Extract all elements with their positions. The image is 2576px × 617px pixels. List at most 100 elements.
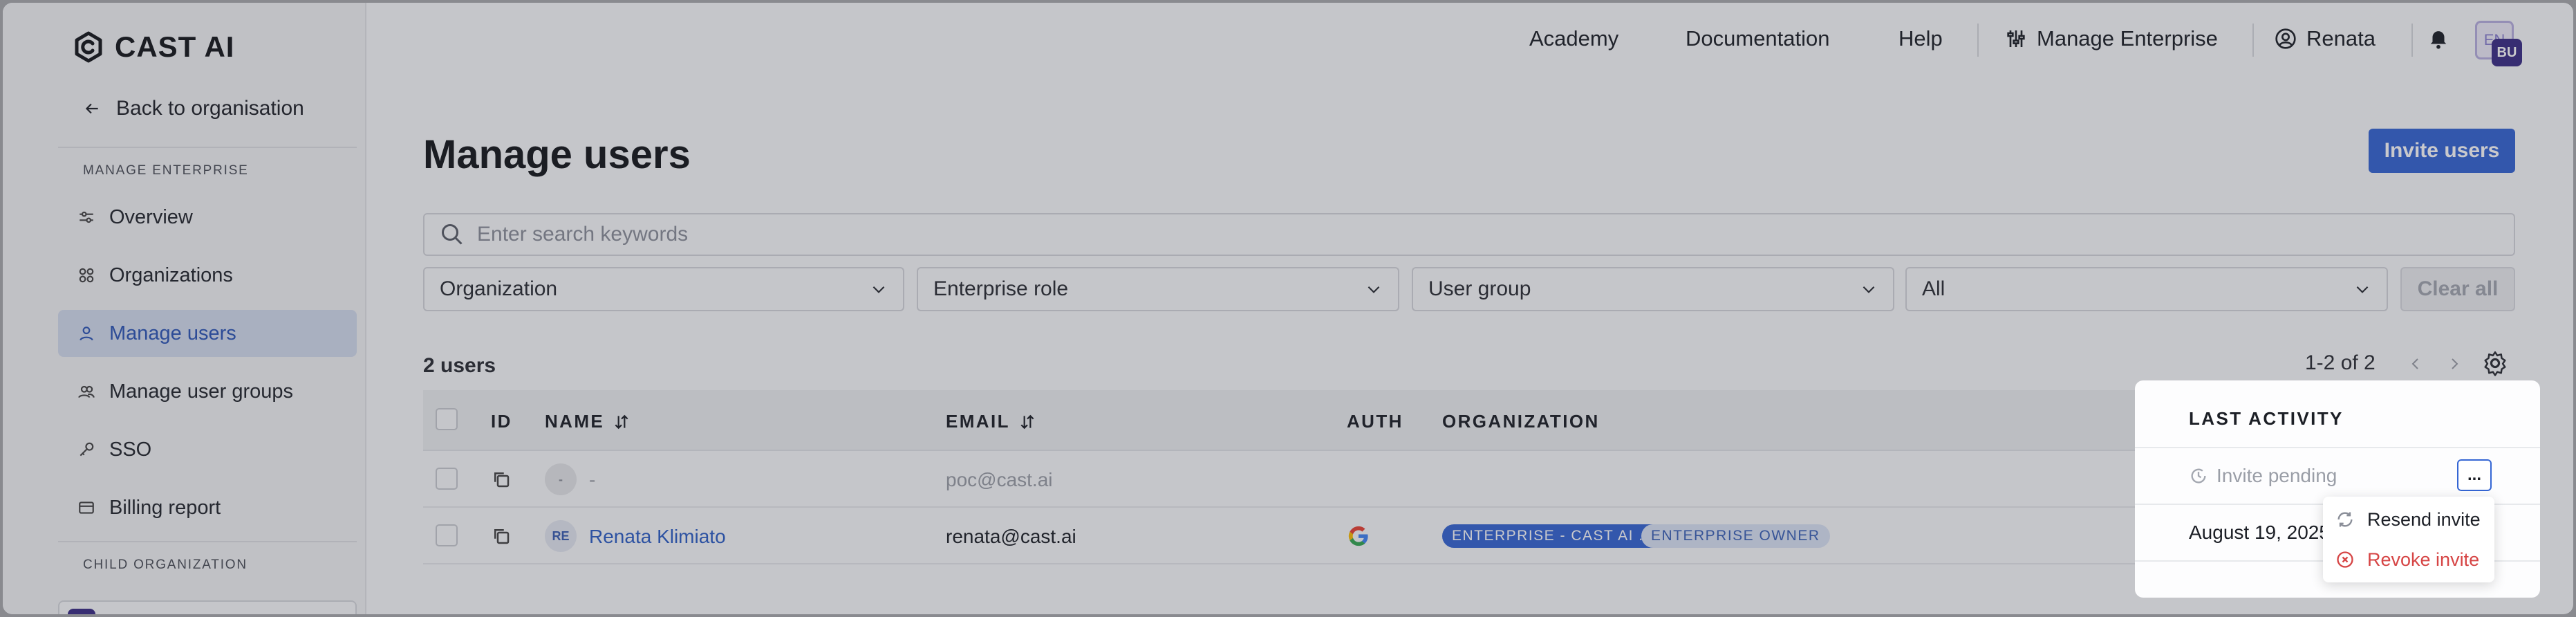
topbar-divider — [2252, 24, 2254, 57]
status-filter-value: All — [1922, 277, 1945, 300]
grid-icon — [79, 268, 94, 283]
sidebar-item-manage-user-groups[interactable]: Manage user groups — [58, 368, 357, 415]
organization-filter[interactable]: Organization — [423, 267, 904, 311]
settings-sliders-icon — [2007, 30, 2025, 47]
pending-icon — [2191, 468, 2206, 484]
sidebar-section-manage-enterprise: MANAGE ENTERPRISE — [83, 163, 249, 178]
row-actions-button[interactable]: ... — [2457, 459, 2492, 491]
last-activity-header: LAST ACTIVITY — [2135, 387, 2540, 448]
chevron-right-icon — [2452, 358, 2458, 369]
child-organization-selector[interactable] — [58, 600, 357, 614]
google-icon — [1348, 526, 1368, 546]
users-icon — [78, 385, 95, 398]
column-header-id: ID — [491, 411, 512, 432]
sidebar-item-organizations[interactable]: Organizations — [58, 252, 357, 299]
sidebar-item-sso[interactable]: SSO — [58, 426, 357, 473]
sidebar-divider — [58, 147, 357, 148]
help-link[interactable]: Help — [1898, 26, 1943, 51]
sidebar-section-child-organization: CHILD ORGANIZATION — [83, 558, 248, 572]
column-header-email-label: EMAIL — [946, 411, 1010, 432]
sidebar-item-label: Manage users — [109, 322, 236, 344]
topbar-divider — [1977, 24, 1979, 57]
user-circle-icon — [2275, 28, 2296, 49]
close-circle-icon — [2337, 551, 2353, 568]
last-activity-spotlight: LAST ACTIVITY Invite pending August 19, … — [2135, 380, 2540, 598]
select-all-checkbox[interactable] — [436, 408, 458, 430]
sidebar-item-label: Billing report — [109, 496, 221, 519]
user-group-filter-value: User group — [1428, 277, 1531, 300]
column-header-auth: AUTH — [1347, 411, 1403, 432]
manage-enterprise-label: Manage Enterprise — [2037, 26, 2218, 50]
invite-users-button[interactable]: Invite users — [2369, 129, 2515, 173]
sort-icon — [615, 414, 628, 429]
row-actions-menu: Resend invite Revoke invite — [2323, 497, 2494, 582]
chevron-down-icon — [1863, 286, 1875, 293]
brand-logo[interactable]: CAST AI — [72, 30, 234, 64]
column-header-name-label: NAME — [545, 411, 605, 432]
column-header-name[interactable]: NAME — [545, 411, 631, 432]
sliders-icon — [80, 211, 93, 223]
revoke-invite-menu-item[interactable]: Revoke invite — [2323, 540, 2494, 580]
user-name: Renata — [2306, 26, 2376, 50]
sidebar-item-manage-users[interactable]: Manage users — [58, 310, 357, 357]
resend-invite-menu-item[interactable]: Resend invite — [2323, 499, 2494, 540]
page-title: Manage users — [423, 132, 691, 177]
next-page-button[interactable] — [2442, 351, 2467, 376]
bell-icon[interactable] — [2427, 26, 2450, 50]
user-group-filter[interactable]: User group — [1412, 267, 1894, 311]
cast-ai-logo-icon — [75, 31, 102, 63]
organization-filter-value: Organization — [440, 277, 558, 300]
column-header-email[interactable]: EMAIL — [946, 411, 1036, 432]
column-header-last-activity: LAST ACTIVITY — [2189, 408, 2344, 429]
search-field[interactable] — [423, 213, 2515, 256]
sidebar-item-billing-report[interactable]: Billing report — [58, 484, 357, 531]
status-filter[interactable]: All — [1905, 267, 2388, 311]
refresh-icon — [2337, 512, 2353, 527]
row-checkbox[interactable] — [436, 468, 458, 490]
role-tag: ENTERPRISE OWNER — [1641, 524, 1830, 548]
user-icon — [80, 326, 93, 341]
organization-tag: ENTERPRISE - CAST AI ... — [1442, 524, 1664, 548]
user-name: - — [589, 469, 596, 490]
back-to-organisation-link[interactable]: Back to organisation — [83, 97, 304, 120]
copy-icon[interactable] — [491, 526, 512, 546]
manage-enterprise-link[interactable]: Manage Enterprise — [2005, 26, 2218, 51]
sidebar-item-label: Manage user groups — [109, 380, 293, 403]
copy-icon[interactable] — [491, 469, 512, 490]
sidebar: CAST AI Back to organisation MANAGE ENTE… — [3, 3, 366, 614]
column-header-organization: ORGANIZATION — [1442, 411, 1600, 432]
brand-name: CAST AI — [115, 30, 235, 63]
revoke-invite-label: Revoke invite — [2367, 549, 2480, 570]
back-link-label: Back to organisation — [116, 97, 304, 120]
user-email: renata@cast.ai — [946, 526, 1076, 547]
enterprise-role-filter[interactable]: Enterprise role — [917, 267, 1399, 311]
invite-status: Invite pending — [2216, 465, 2337, 486]
sidebar-divider — [58, 541, 357, 542]
business-unit-avatar[interactable]: BU — [2492, 39, 2522, 66]
card-icon — [79, 501, 94, 514]
sidebar-item-label: Organizations — [109, 264, 233, 286]
sort-icon — [1020, 414, 1034, 429]
prev-page-button[interactable] — [2403, 351, 2428, 376]
topbar-divider — [2411, 24, 2413, 57]
chevron-down-icon — [872, 286, 885, 293]
avatar: RE — [545, 520, 577, 552]
chevron-down-icon — [1368, 286, 1380, 293]
sidebar-item-label: SSO — [109, 438, 152, 461]
enterprise-role-filter-value: Enterprise role — [933, 277, 1069, 300]
sidebar-item-overview[interactable]: Overview — [58, 194, 357, 241]
chevron-down-icon — [2356, 286, 2369, 293]
search-input[interactable] — [477, 223, 2482, 246]
resend-invite-label: Resend invite — [2367, 508, 2481, 530]
clear-all-button[interactable]: Clear all — [2400, 267, 2515, 311]
documentation-link[interactable]: Documentation — [1686, 26, 1830, 51]
user-menu[interactable]: Renata — [2275, 26, 2376, 51]
row-checkbox[interactable] — [436, 524, 458, 546]
child-org-avatar — [68, 609, 95, 614]
chevron-left-icon — [2411, 358, 2418, 369]
pagination-range: 1-2 of 2 — [2305, 351, 2376, 374]
last-activity-date: August 19, 2025 — [2189, 522, 2330, 543]
user-name-link[interactable]: Renata Klimiato — [589, 526, 726, 548]
academy-link[interactable]: Academy — [1529, 26, 1618, 51]
gear-icon[interactable] — [2482, 350, 2508, 376]
